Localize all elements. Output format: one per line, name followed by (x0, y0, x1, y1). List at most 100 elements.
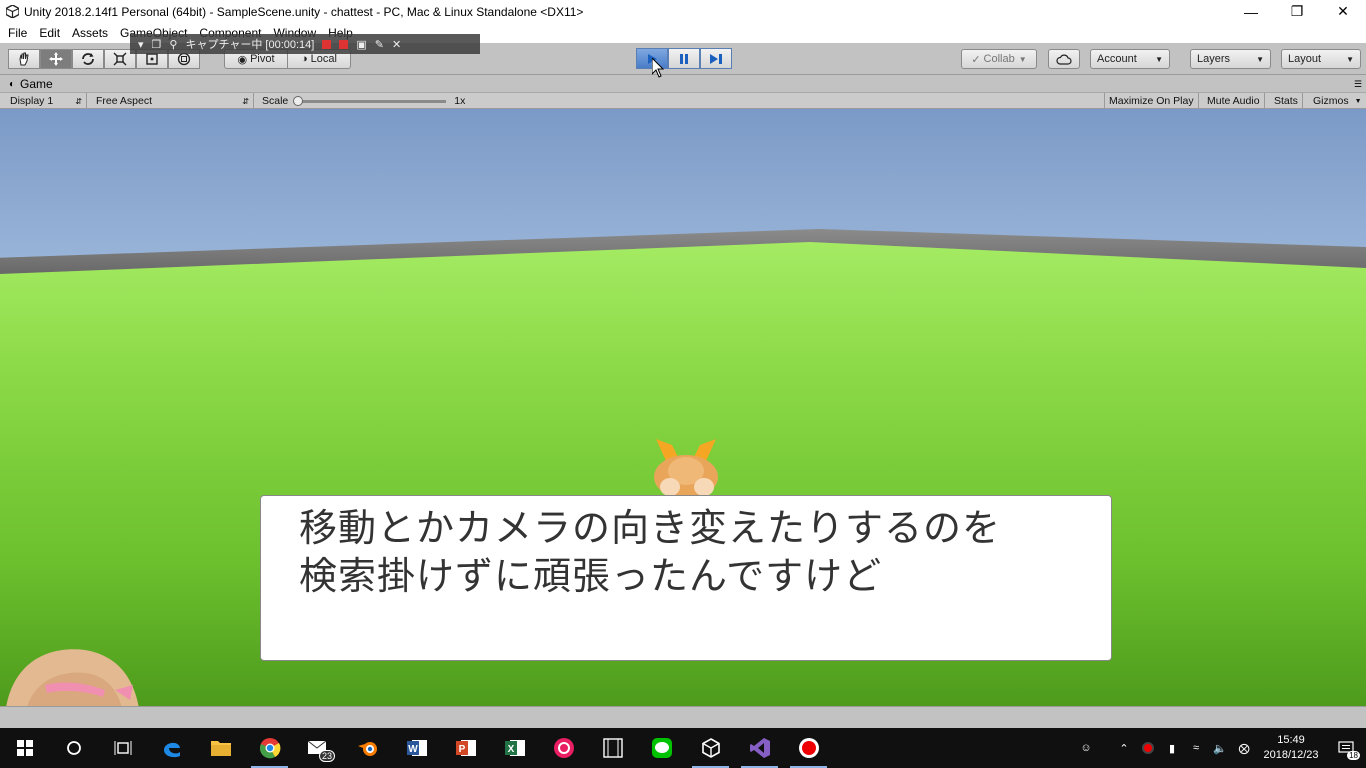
game-viewport[interactable]: 移動とかカメラの向き変えたりするのを 検索掛けずに頑張ったんですけど (0, 109, 1366, 706)
svg-text:W: W (408, 744, 418, 755)
pen-icon[interactable]: ✎ (375, 38, 384, 51)
local-icon: ◑ (301, 53, 308, 65)
camera-icon[interactable]: ▣ (356, 38, 366, 51)
svg-text:X: X (507, 744, 514, 755)
blender-icon[interactable] (343, 728, 392, 768)
pause-icon (680, 53, 688, 64)
clock[interactable]: 15:49 2018/12/23 (1256, 733, 1326, 763)
mute-label: Mute Audio (1207, 95, 1260, 107)
film-icon[interactable] (588, 728, 637, 768)
message-line-1: 移動とかカメラの向き変えたりするのを (299, 506, 1002, 550)
chevron-down-icon: ▼ (1346, 54, 1354, 64)
file-explorer-icon[interactable] (196, 728, 245, 768)
aspect-label: Free Aspect (96, 95, 153, 107)
menu-assets[interactable]: Assets (66, 26, 114, 40)
record-tray-icon[interactable] (1136, 728, 1160, 768)
line-app-icon[interactable] (637, 728, 686, 768)
window-titlebar: Unity 2018.2.14f1 Personal (64bit) - Sam… (0, 0, 1366, 23)
clock-time: 15:49 (1277, 734, 1305, 746)
capture-overlay-bar: ▾ ❐ ⚲ キャプチャー中 [00:00:14] ▣ ✎ ✕ (130, 34, 480, 54)
capture-status: キャプチャー中 [00:00:14] (185, 39, 315, 51)
layout-dropdown[interactable]: Layout ▼ (1281, 49, 1361, 69)
menu-edit[interactable]: Edit (33, 26, 66, 40)
layers-dropdown[interactable]: Layers ▼ (1190, 49, 1271, 69)
rotate-tool-icon[interactable] (72, 49, 104, 69)
people-icon[interactable]: ☺ (1074, 728, 1098, 768)
volume-muted-icon[interactable]: 🔈 (1208, 728, 1232, 768)
svg-text:P: P (458, 744, 465, 755)
mail-icon[interactable]: 23 (294, 728, 343, 768)
account-dropdown[interactable]: Account ▼ (1090, 49, 1170, 69)
blocked-icon[interactable]: ⨂ (1232, 728, 1256, 768)
scale-slider-thumb[interactable] (293, 95, 304, 106)
chevron-down-icon[interactable]: ▾ (138, 38, 144, 51)
display-select[interactable]: Display 1 ⇵ (6, 93, 87, 109)
mail-badge: 23 (318, 750, 335, 762)
system-tray: ☺ ⌃ ▮ ≈ 🔈 ⨂ 15:49 2018/12/23 18 (1074, 728, 1366, 768)
recorder-icon[interactable] (784, 728, 833, 768)
chrome-icon[interactable] (245, 728, 294, 768)
game-tab-label: Game (20, 77, 53, 91)
chevron-down-icon: ▼ (1018, 54, 1027, 64)
scale-value: 1x (454, 95, 466, 107)
chevron-down-icon: ▼ (1256, 54, 1264, 64)
windows-taskbar: 23 W P X ☺ ⌃ ▮ ≈ 🔈 ⨂ 15:49 2018/12/23 18 (0, 728, 1366, 768)
search-icon[interactable] (49, 728, 98, 768)
clock-date: 2018/12/23 (1263, 749, 1319, 761)
scale-slider[interactable] (293, 95, 447, 106)
layout-label: Layout (1288, 53, 1322, 65)
window-icon[interactable]: ❐ (152, 38, 162, 51)
account-label: Account (1097, 53, 1137, 65)
play-controls (636, 48, 732, 69)
display-label: Display 1 (10, 95, 54, 107)
stats-toggle[interactable]: Stats (1270, 93, 1303, 109)
stats-label: Stats (1274, 95, 1298, 107)
close-button[interactable]: ✕ (1320, 0, 1366, 23)
tab-menu-icon[interactable]: ☰ (1354, 79, 1362, 90)
stop-icon[interactable] (339, 39, 349, 49)
mute-audio-toggle[interactable]: Mute Audio (1203, 93, 1265, 109)
notification-icon[interactable]: 18 (1326, 728, 1366, 768)
game-view-controls: Display 1 ⇵ Free Aspect ⇵ Scale 1x Maximiz… (0, 92, 1366, 109)
game-tab[interactable]: ◐ Game (0, 77, 53, 91)
task-view-icon[interactable] (98, 728, 147, 768)
game-tab-header: ◐ Game ☰ (0, 76, 1366, 92)
mouse-cursor-icon (652, 58, 664, 78)
notification-count: 18 (1347, 751, 1360, 760)
maximize-on-play-toggle[interactable]: Maximize On Play (1104, 93, 1199, 109)
gizmos-dropdown[interactable]: Gizmos ▼ (1309, 93, 1366, 109)
collab-label: Collab (983, 53, 1015, 65)
windows-start-icon[interactable] (0, 728, 49, 768)
move-tool-icon[interactable] (40, 49, 72, 69)
chat-app-icon[interactable] (539, 728, 588, 768)
updown-icon: ⇵ (75, 96, 82, 106)
search-icon[interactable]: ⚲ (169, 38, 177, 51)
minimize-button[interactable]: — (1228, 0, 1274, 23)
collab-button[interactable]: ✓ Collab ▼ (961, 49, 1037, 69)
aspect-select[interactable]: Free Aspect ⇵ (92, 93, 254, 109)
unity-taskbar-icon[interactable] (686, 728, 735, 768)
scale-label: Scale (262, 95, 289, 107)
pause-button[interactable] (668, 48, 700, 69)
menu-file[interactable]: File (0, 26, 33, 40)
step-icon (710, 53, 722, 64)
step-button[interactable] (700, 48, 732, 69)
word-icon[interactable]: W (392, 728, 441, 768)
updown-icon: ⇵ (242, 96, 249, 106)
hand-tool-icon[interactable] (8, 49, 40, 69)
restore-button[interactable]: ❐ (1274, 0, 1320, 23)
scale-control: Scale 1x (258, 93, 478, 109)
visual-studio-icon[interactable] (735, 728, 784, 768)
powerpoint-icon[interactable]: P (441, 728, 490, 768)
close-icon[interactable]: ✕ (392, 38, 401, 51)
cloud-button[interactable] (1048, 49, 1080, 69)
message-line-2: 検索掛けずに頑張ったんですけど (299, 554, 883, 598)
excel-icon[interactable]: X (490, 728, 539, 768)
wifi-icon[interactable]: ≈ (1184, 728, 1208, 768)
character-head (654, 439, 718, 497)
record-icon[interactable] (322, 39, 332, 49)
pacman-icon: ◐ (9, 78, 16, 90)
battery-icon[interactable]: ▮ (1160, 728, 1184, 768)
chevron-up-icon[interactable]: ⌃ (1112, 728, 1136, 768)
edge-browser-icon[interactable] (147, 728, 196, 768)
